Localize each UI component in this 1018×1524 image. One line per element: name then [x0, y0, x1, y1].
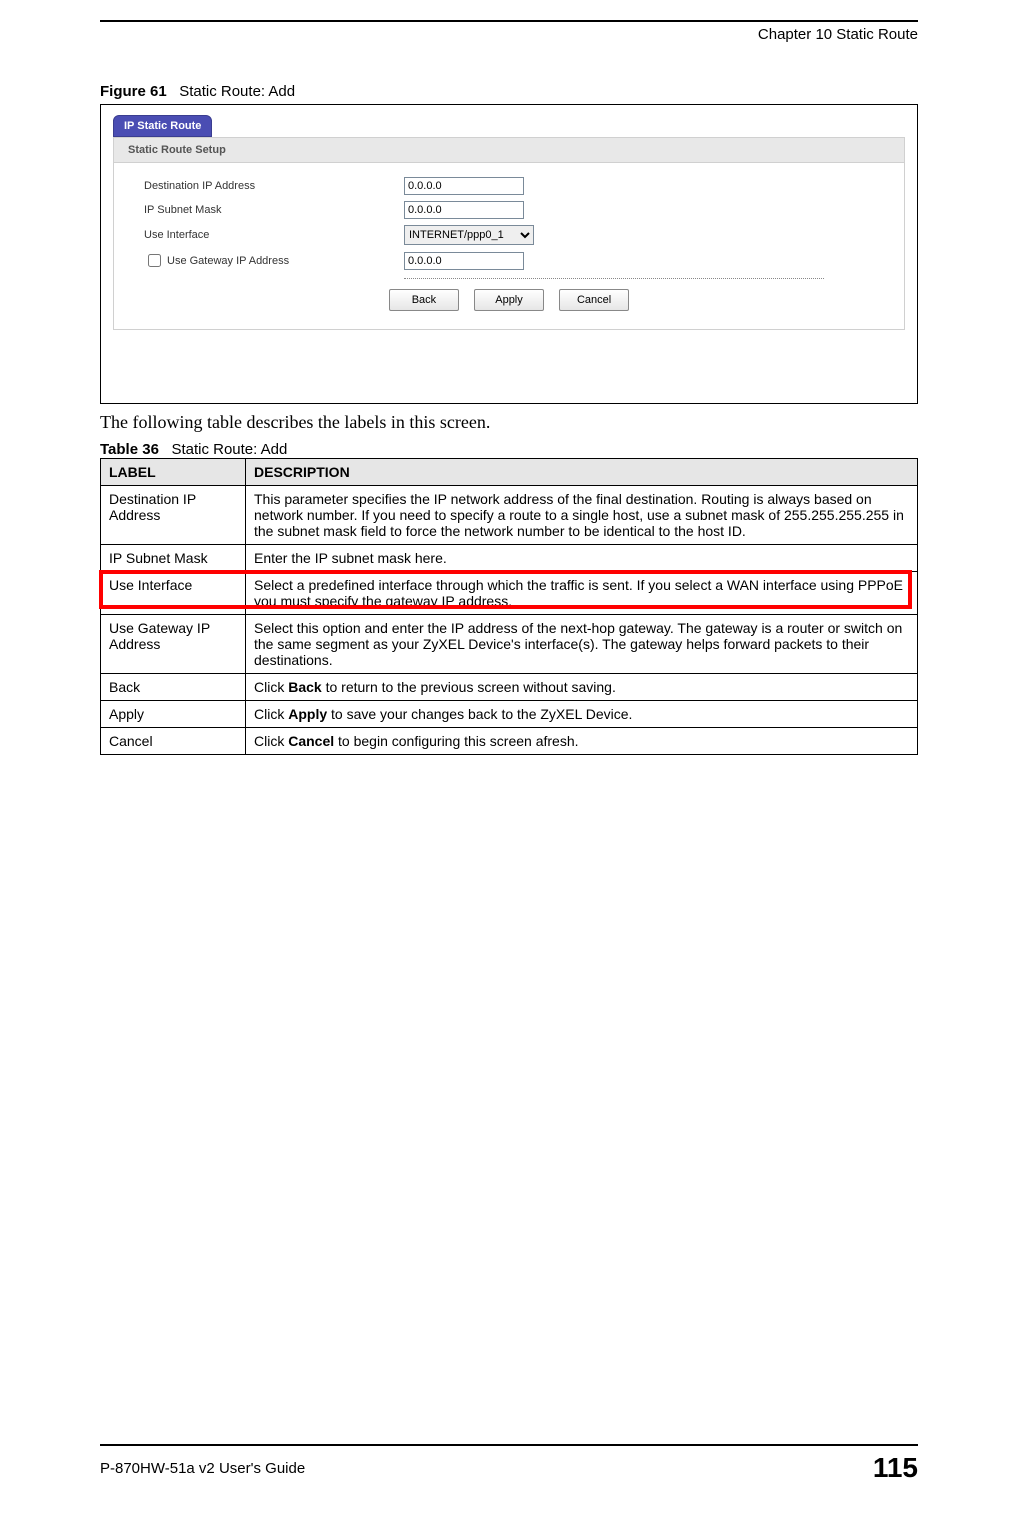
table-row-highlighted: Use Interface Select a predefined interf… — [101, 572, 918, 615]
destination-ip-input[interactable] — [404, 177, 524, 195]
table-title: Static Route: Add — [171, 441, 287, 458]
table-row: Back Click Back to return to the previou… — [101, 674, 918, 701]
table-row: Apply Click Apply to save your changes b… — [101, 701, 918, 728]
divider — [404, 278, 824, 279]
table-row: Destination IP Address This parameter sp… — [101, 486, 918, 545]
cell-desc: Click Cancel to begin configuring this s… — [246, 728, 918, 755]
cell-desc: Enter the IP subnet mask here. — [246, 545, 918, 572]
use-gateway-text: Use Gateway IP Address — [167, 255, 289, 267]
th-description: DESCRIPTION — [246, 459, 918, 486]
table-number: Table 36 — [100, 441, 159, 458]
use-interface-select[interactable]: INTERNET/ppp0_1 — [404, 225, 534, 245]
label-use-interface: Use Interface — [144, 229, 404, 241]
screenshot-static-route-add: IP Static Route Static Route Setup Desti… — [100, 104, 918, 404]
cell-desc: Select a predefined interface through wh… — [246, 572, 918, 615]
cancel-button[interactable]: Cancel — [559, 289, 629, 311]
chapter-header: Chapter 10 Static Route — [100, 26, 918, 43]
panel-header: Static Route Setup — [114, 138, 904, 163]
table-caption: Table 36 Static Route: Add — [100, 441, 918, 458]
apply-button[interactable]: Apply — [474, 289, 544, 311]
intro-text: The following table describes the labels… — [100, 412, 918, 433]
page-number: 115 — [873, 1452, 918, 1484]
cell-label: Destination IP Address — [101, 486, 246, 545]
cell-label: IP Subnet Mask — [101, 545, 246, 572]
tab-ip-static-route[interactable]: IP Static Route — [113, 115, 212, 137]
back-button[interactable]: Back — [389, 289, 459, 311]
cell-label: Apply — [101, 701, 246, 728]
label-destination-ip: Destination IP Address — [144, 180, 404, 192]
cell-desc: Click Apply to save your changes back to… — [246, 701, 918, 728]
cell-desc: This parameter specifies the IP network … — [246, 486, 918, 545]
cell-desc: Select this option and enter the IP addr… — [246, 615, 918, 674]
th-label: LABEL — [101, 459, 246, 486]
use-gateway-checkbox[interactable] — [148, 254, 161, 267]
figure-caption: Figure 61 Static Route: Add — [100, 83, 918, 100]
cell-desc: Click Back to return to the previous scr… — [246, 674, 918, 701]
cell-label: Cancel — [101, 728, 246, 755]
subnet-mask-input[interactable] — [404, 201, 524, 219]
cell-label: Use Gateway IP Address — [101, 615, 246, 674]
table-row: Use Gateway IP Address Select this optio… — [101, 615, 918, 674]
description-table: LABEL DESCRIPTION Destination IP Address… — [100, 458, 918, 755]
label-subnet-mask: IP Subnet Mask — [144, 204, 404, 216]
cell-label: Use Interface — [101, 572, 246, 615]
figure-title: Static Route: Add — [179, 83, 295, 100]
gateway-ip-input[interactable] — [404, 252, 524, 270]
cell-label: Back — [101, 674, 246, 701]
footer-guide-name: P-870HW-51a v2 User's Guide — [100, 1460, 305, 1477]
figure-number: Figure 61 — [100, 83, 167, 100]
table-row: Cancel Click Cancel to begin configuring… — [101, 728, 918, 755]
table-row: IP Subnet Mask Enter the IP subnet mask … — [101, 545, 918, 572]
label-use-gateway: Use Gateway IP Address — [144, 251, 404, 270]
